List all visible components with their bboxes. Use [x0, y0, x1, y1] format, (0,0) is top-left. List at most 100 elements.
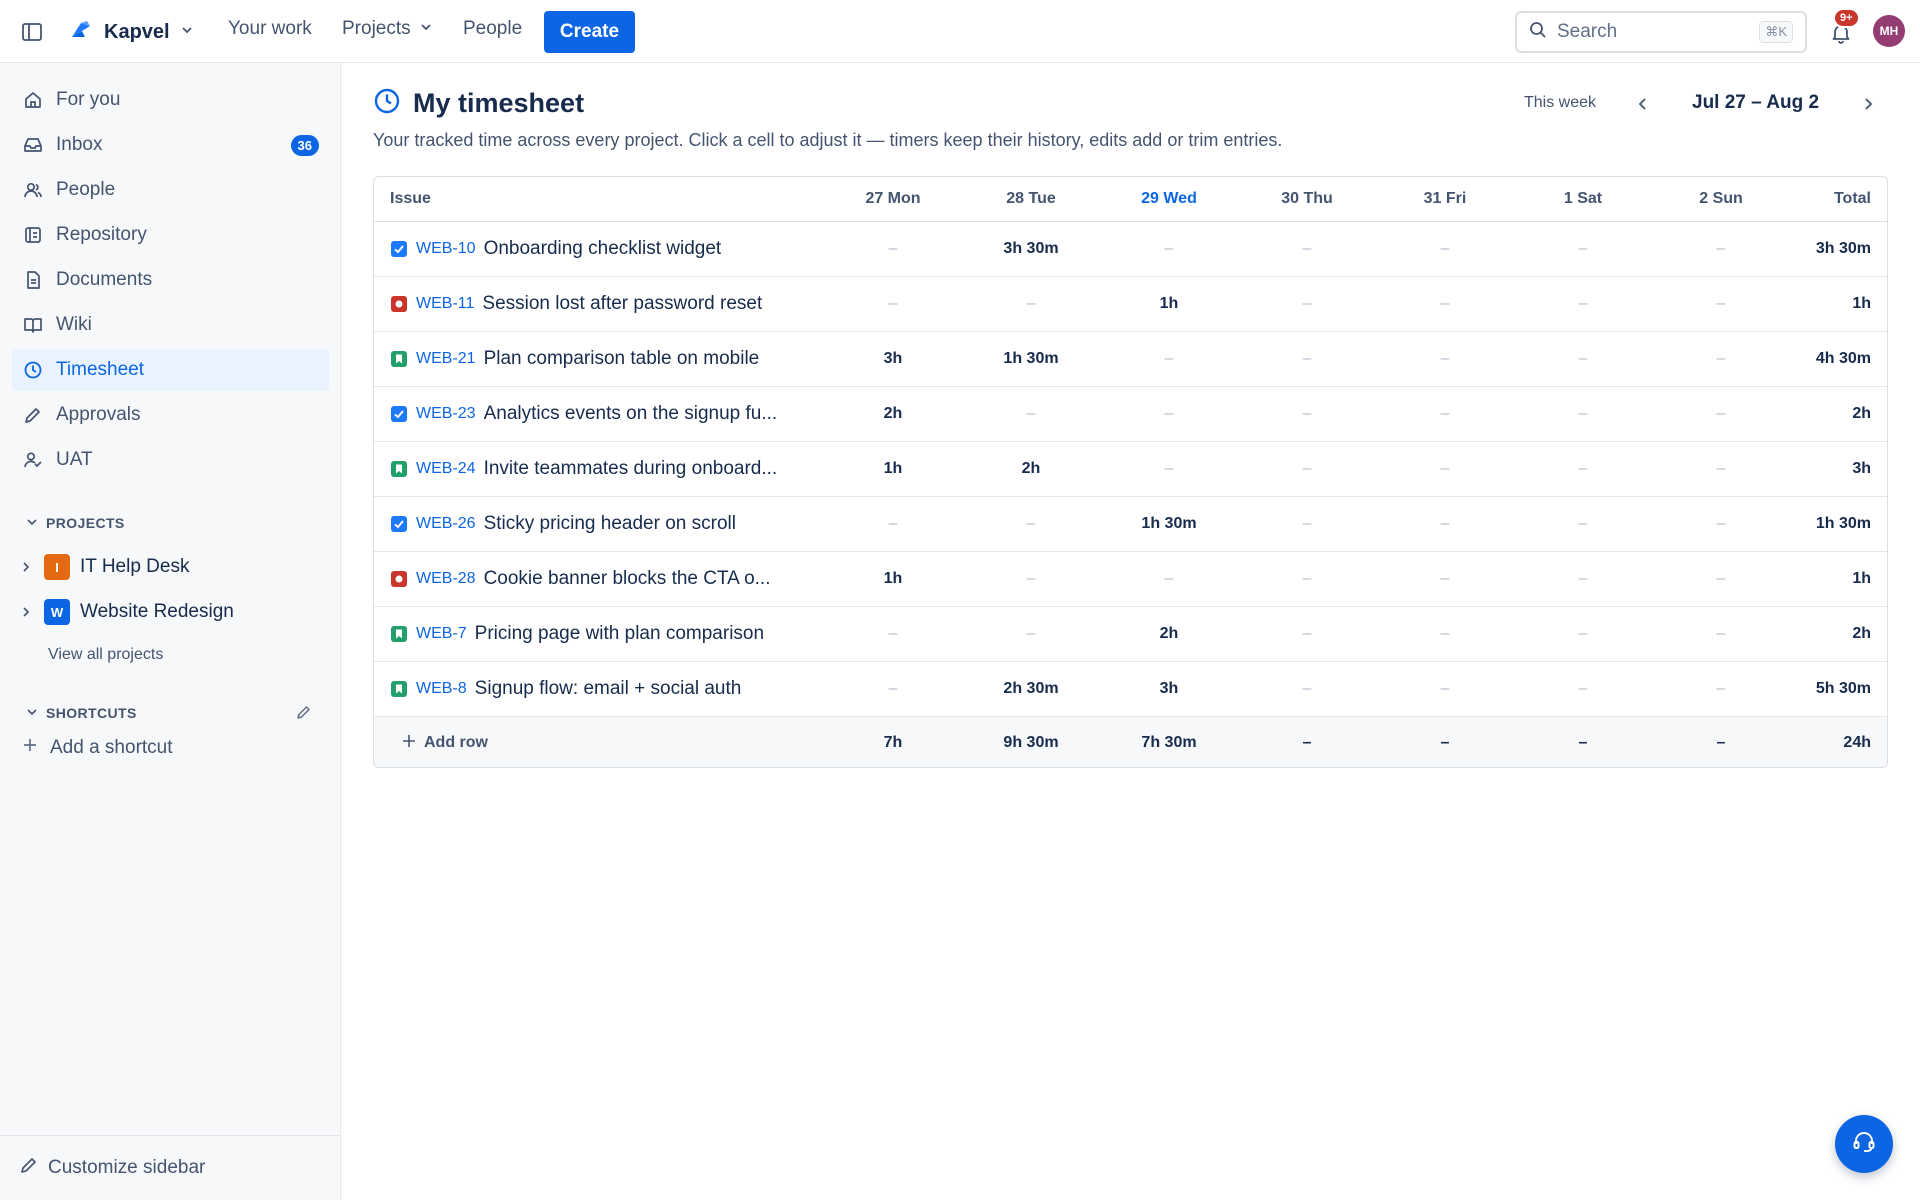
- time-cell[interactable]: –: [962, 386, 1100, 442]
- issue-summary[interactable]: Signup flow: email + social auth: [475, 678, 742, 700]
- sidebar-item-inbox[interactable]: Inbox 36: [12, 124, 329, 166]
- shortcuts-section-toggle[interactable]: SHORTCUTS: [26, 705, 137, 721]
- time-cell[interactable]: –: [1376, 386, 1514, 442]
- time-cell[interactable]: 2h: [824, 386, 962, 442]
- time-cell[interactable]: –: [1238, 276, 1376, 332]
- projects-section-toggle[interactable]: PROJECTS: [26, 515, 125, 531]
- issue-key-link[interactable]: WEB-7: [416, 625, 467, 643]
- customize-sidebar-button[interactable]: Customize sidebar: [0, 1135, 340, 1200]
- time-cell[interactable]: 2h 30m: [962, 661, 1100, 717]
- edit-shortcuts-pencil-icon[interactable]: [296, 704, 312, 725]
- issue-key-link[interactable]: WEB-26: [416, 515, 476, 533]
- time-cell[interactable]: –: [1238, 221, 1376, 277]
- time-cell[interactable]: 1h: [824, 551, 962, 607]
- nav-projects[interactable]: Projects: [342, 18, 433, 40]
- issue-summary[interactable]: Invite teammates during onboard...: [484, 458, 778, 480]
- time-cell[interactable]: –: [1376, 331, 1514, 387]
- time-cell[interactable]: 1h: [824, 441, 962, 497]
- time-cell[interactable]: –: [1376, 661, 1514, 717]
- time-cell[interactable]: 1h: [1100, 276, 1238, 332]
- sidebar-item-timesheet[interactable]: Timesheet: [12, 349, 329, 391]
- nav-people[interactable]: People: [463, 18, 522, 40]
- issue-key-link[interactable]: WEB-28: [416, 570, 476, 588]
- view-all-projects-link[interactable]: View all projects: [48, 646, 163, 664]
- help-headset-button[interactable]: [1835, 1115, 1893, 1173]
- this-week-button[interactable]: This week: [1524, 94, 1596, 112]
- add-shortcut-button[interactable]: Add a shortcut: [22, 737, 173, 759]
- time-cell[interactable]: –: [1238, 551, 1376, 607]
- issue-key-link[interactable]: WEB-21: [416, 350, 476, 368]
- time-cell[interactable]: –: [1100, 441, 1238, 497]
- create-button[interactable]: Create: [544, 11, 635, 53]
- sidebar-item-for-you[interactable]: For you: [12, 79, 329, 121]
- time-cell[interactable]: 3h: [1100, 661, 1238, 717]
- sidebar-item-uat[interactable]: UAT: [12, 439, 329, 481]
- time-cell[interactable]: –: [1238, 331, 1376, 387]
- time-cell[interactable]: –: [1514, 386, 1652, 442]
- issue-key-link[interactable]: WEB-10: [416, 240, 476, 258]
- time-cell[interactable]: –: [1514, 221, 1652, 277]
- time-cell[interactable]: –: [1376, 276, 1514, 332]
- time-cell[interactable]: 1h 30m: [962, 331, 1100, 387]
- time-cell[interactable]: 3h: [824, 331, 962, 387]
- time-cell[interactable]: –: [1100, 386, 1238, 442]
- issue-key-link[interactable]: WEB-23: [416, 405, 476, 423]
- sidebar-project-website-redesign[interactable]: W Website Redesign: [18, 592, 329, 632]
- time-cell[interactable]: –: [1376, 551, 1514, 607]
- issue-summary[interactable]: Plan comparison table on mobile: [484, 348, 760, 370]
- time-cell[interactable]: –: [1376, 606, 1514, 662]
- time-cell[interactable]: –: [1652, 496, 1790, 552]
- issue-summary[interactable]: Pricing page with plan comparison: [475, 623, 764, 645]
- time-cell[interactable]: –: [1238, 606, 1376, 662]
- time-cell[interactable]: –: [1514, 551, 1652, 607]
- time-cell[interactable]: –: [824, 276, 962, 332]
- time-cell[interactable]: –: [1652, 276, 1790, 332]
- add-row-button[interactable]: Add row: [390, 734, 824, 753]
- avatar[interactable]: MH: [1873, 15, 1905, 47]
- time-cell[interactable]: 2h: [962, 441, 1100, 497]
- search-input[interactable]: Search ⌘K: [1515, 11, 1807, 53]
- time-cell[interactable]: –: [1514, 331, 1652, 387]
- time-cell[interactable]: –: [1652, 441, 1790, 497]
- sidebar-item-repository[interactable]: Repository: [12, 214, 329, 256]
- time-cell[interactable]: 2h: [1100, 606, 1238, 662]
- issue-summary[interactable]: Onboarding checklist widget: [484, 238, 722, 260]
- issue-key-link[interactable]: WEB-11: [416, 295, 474, 313]
- time-cell[interactable]: –: [1652, 606, 1790, 662]
- time-cell[interactable]: –: [1652, 221, 1790, 277]
- issue-summary[interactable]: Cookie banner blocks the CTA o...: [484, 568, 771, 590]
- time-cell[interactable]: –: [1238, 441, 1376, 497]
- time-cell[interactable]: –: [1514, 441, 1652, 497]
- chevron-right-icon[interactable]: [18, 606, 34, 618]
- time-cell[interactable]: –: [1100, 551, 1238, 607]
- time-cell[interactable]: –: [824, 496, 962, 552]
- chevron-right-icon[interactable]: [18, 561, 34, 573]
- time-cell[interactable]: –: [1376, 496, 1514, 552]
- time-cell[interactable]: –: [1514, 661, 1652, 717]
- time-cell[interactable]: –: [824, 221, 962, 277]
- time-cell[interactable]: –: [962, 276, 1100, 332]
- time-cell[interactable]: –: [1514, 496, 1652, 552]
- time-cell[interactable]: –: [962, 496, 1100, 552]
- time-cell[interactable]: –: [824, 606, 962, 662]
- time-cell[interactable]: –: [1100, 331, 1238, 387]
- time-cell[interactable]: –: [1238, 496, 1376, 552]
- time-cell[interactable]: 3h 30m: [962, 221, 1100, 277]
- chevron-left-icon[interactable]: [1631, 92, 1655, 116]
- issue-key-link[interactable]: WEB-8: [416, 680, 467, 698]
- sidebar-item-documents[interactable]: Documents: [12, 259, 329, 301]
- sidebar-item-people[interactable]: People: [12, 169, 329, 211]
- time-cell[interactable]: –: [1514, 276, 1652, 332]
- issue-summary[interactable]: Session lost after password reset: [482, 293, 762, 315]
- issue-key-link[interactable]: WEB-24: [416, 460, 476, 478]
- time-cell[interactable]: –: [824, 661, 962, 717]
- nav-your-work[interactable]: Your work: [228, 18, 312, 40]
- sidebar-item-approvals[interactable]: Approvals: [12, 394, 329, 436]
- time-cell[interactable]: –: [1652, 331, 1790, 387]
- time-cell[interactable]: –: [1514, 606, 1652, 662]
- time-cell[interactable]: –: [1376, 221, 1514, 277]
- time-cell[interactable]: –: [962, 606, 1100, 662]
- sidebar-item-wiki[interactable]: Wiki: [12, 304, 329, 346]
- time-cell[interactable]: –: [1238, 386, 1376, 442]
- time-cell[interactable]: –: [1652, 551, 1790, 607]
